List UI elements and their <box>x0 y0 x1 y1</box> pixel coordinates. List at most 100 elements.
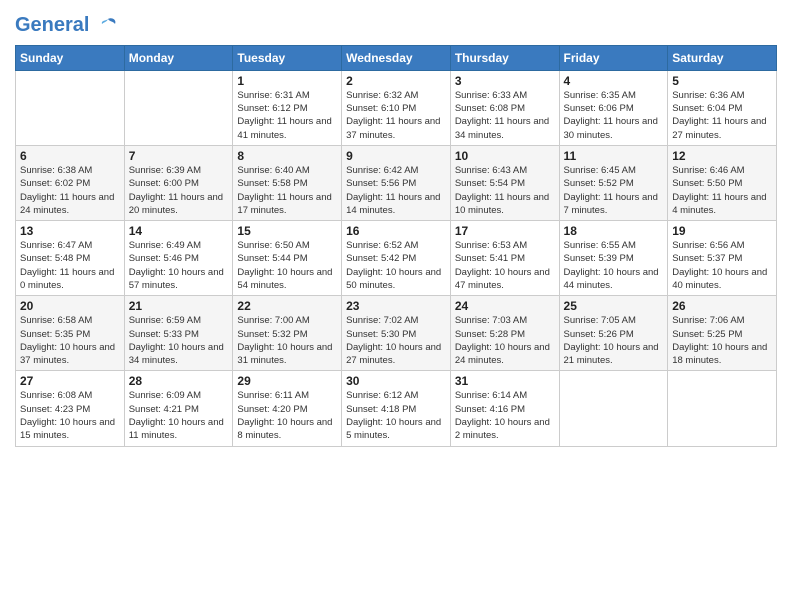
day-number: 21 <box>129 299 229 313</box>
calendar-cell: 18Sunrise: 6:55 AMSunset: 5:39 PMDayligh… <box>559 221 668 296</box>
day-number: 2 <box>346 74 446 88</box>
calendar-cell: 21Sunrise: 6:59 AMSunset: 5:33 PMDayligh… <box>124 296 233 371</box>
calendar-cell: 5Sunrise: 6:36 AMSunset: 6:04 PMDaylight… <box>668 70 777 145</box>
day-info: Sunrise: 6:56 AMSunset: 5:37 PMDaylight:… <box>672 239 772 292</box>
day-info: Sunrise: 6:35 AMSunset: 6:06 PMDaylight:… <box>564 89 664 142</box>
day-info: Sunrise: 6:36 AMSunset: 6:04 PMDaylight:… <box>672 89 772 142</box>
day-info: Sunrise: 6:42 AMSunset: 5:56 PMDaylight:… <box>346 164 446 217</box>
day-number: 29 <box>237 374 337 388</box>
day-number: 18 <box>564 224 664 238</box>
day-number: 25 <box>564 299 664 313</box>
day-info: Sunrise: 6:33 AMSunset: 6:08 PMDaylight:… <box>455 89 555 142</box>
calendar-cell <box>124 70 233 145</box>
weekday-header-row: SundayMondayTuesdayWednesdayThursdayFrid… <box>16 45 777 70</box>
calendar-cell <box>559 371 668 446</box>
day-info: Sunrise: 6:49 AMSunset: 5:46 PMDaylight:… <box>129 239 229 292</box>
day-number: 26 <box>672 299 772 313</box>
day-number: 28 <box>129 374 229 388</box>
calendar-cell: 12Sunrise: 6:46 AMSunset: 5:50 PMDayligh… <box>668 145 777 220</box>
day-info: Sunrise: 6:38 AMSunset: 6:02 PMDaylight:… <box>20 164 120 217</box>
calendar-cell: 9Sunrise: 6:42 AMSunset: 5:56 PMDaylight… <box>342 145 451 220</box>
calendar-cell: 23Sunrise: 7:02 AMSunset: 5:30 PMDayligh… <box>342 296 451 371</box>
day-number: 8 <box>237 149 337 163</box>
day-info: Sunrise: 6:50 AMSunset: 5:44 PMDaylight:… <box>237 239 337 292</box>
header: General <box>15 10 777 37</box>
day-number: 9 <box>346 149 446 163</box>
day-info: Sunrise: 6:39 AMSunset: 6:00 PMDaylight:… <box>129 164 229 217</box>
calendar-cell: 2Sunrise: 6:32 AMSunset: 6:10 PMDaylight… <box>342 70 451 145</box>
day-number: 10 <box>455 149 555 163</box>
week-row-5: 27Sunrise: 6:08 AMSunset: 4:23 PMDayligh… <box>16 371 777 446</box>
day-number: 20 <box>20 299 120 313</box>
day-number: 15 <box>237 224 337 238</box>
weekday-header-saturday: Saturday <box>668 45 777 70</box>
day-info: Sunrise: 6:59 AMSunset: 5:33 PMDaylight:… <box>129 314 229 367</box>
logo-text: General <box>15 14 119 37</box>
day-info: Sunrise: 6:09 AMSunset: 4:21 PMDaylight:… <box>129 389 229 442</box>
weekday-header-wednesday: Wednesday <box>342 45 451 70</box>
calendar-cell: 11Sunrise: 6:45 AMSunset: 5:52 PMDayligh… <box>559 145 668 220</box>
calendar-cell: 3Sunrise: 6:33 AMSunset: 6:08 PMDaylight… <box>450 70 559 145</box>
calendar-cell: 30Sunrise: 6:12 AMSunset: 4:18 PMDayligh… <box>342 371 451 446</box>
day-info: Sunrise: 7:00 AMSunset: 5:32 PMDaylight:… <box>237 314 337 367</box>
day-number: 22 <box>237 299 337 313</box>
day-info: Sunrise: 6:40 AMSunset: 5:58 PMDaylight:… <box>237 164 337 217</box>
calendar-cell: 29Sunrise: 6:11 AMSunset: 4:20 PMDayligh… <box>233 371 342 446</box>
calendar-cell: 7Sunrise: 6:39 AMSunset: 6:00 PMDaylight… <box>124 145 233 220</box>
day-info: Sunrise: 6:46 AMSunset: 5:50 PMDaylight:… <box>672 164 772 217</box>
day-info: Sunrise: 6:14 AMSunset: 4:16 PMDaylight:… <box>455 389 555 442</box>
day-number: 14 <box>129 224 229 238</box>
calendar-cell: 25Sunrise: 7:05 AMSunset: 5:26 PMDayligh… <box>559 296 668 371</box>
day-number: 27 <box>20 374 120 388</box>
calendar-cell: 15Sunrise: 6:50 AMSunset: 5:44 PMDayligh… <box>233 221 342 296</box>
day-number: 13 <box>20 224 120 238</box>
logo-bird-icon <box>97 15 119 37</box>
day-info: Sunrise: 7:05 AMSunset: 5:26 PMDaylight:… <box>564 314 664 367</box>
day-info: Sunrise: 6:53 AMSunset: 5:41 PMDaylight:… <box>455 239 555 292</box>
week-row-4: 20Sunrise: 6:58 AMSunset: 5:35 PMDayligh… <box>16 296 777 371</box>
day-info: Sunrise: 6:32 AMSunset: 6:10 PMDaylight:… <box>346 89 446 142</box>
calendar-cell: 6Sunrise: 6:38 AMSunset: 6:02 PMDaylight… <box>16 145 125 220</box>
calendar-cell: 16Sunrise: 6:52 AMSunset: 5:42 PMDayligh… <box>342 221 451 296</box>
weekday-header-sunday: Sunday <box>16 45 125 70</box>
day-info: Sunrise: 6:12 AMSunset: 4:18 PMDaylight:… <box>346 389 446 442</box>
day-info: Sunrise: 6:08 AMSunset: 4:23 PMDaylight:… <box>20 389 120 442</box>
calendar-cell: 19Sunrise: 6:56 AMSunset: 5:37 PMDayligh… <box>668 221 777 296</box>
calendar-cell: 14Sunrise: 6:49 AMSunset: 5:46 PMDayligh… <box>124 221 233 296</box>
day-number: 7 <box>129 149 229 163</box>
day-info: Sunrise: 7:06 AMSunset: 5:25 PMDaylight:… <box>672 314 772 367</box>
day-number: 3 <box>455 74 555 88</box>
calendar-table: SundayMondayTuesdayWednesdayThursdayFrid… <box>15 45 777 447</box>
day-info: Sunrise: 6:58 AMSunset: 5:35 PMDaylight:… <box>20 314 120 367</box>
calendar-cell: 10Sunrise: 6:43 AMSunset: 5:54 PMDayligh… <box>450 145 559 220</box>
day-number: 19 <box>672 224 772 238</box>
day-number: 12 <box>672 149 772 163</box>
day-number: 4 <box>564 74 664 88</box>
calendar-cell: 20Sunrise: 6:58 AMSunset: 5:35 PMDayligh… <box>16 296 125 371</box>
week-row-3: 13Sunrise: 6:47 AMSunset: 5:48 PMDayligh… <box>16 221 777 296</box>
calendar-cell: 24Sunrise: 7:03 AMSunset: 5:28 PMDayligh… <box>450 296 559 371</box>
calendar-cell: 1Sunrise: 6:31 AMSunset: 6:12 PMDaylight… <box>233 70 342 145</box>
calendar-cell: 26Sunrise: 7:06 AMSunset: 5:25 PMDayligh… <box>668 296 777 371</box>
calendar-cell: 22Sunrise: 7:00 AMSunset: 5:32 PMDayligh… <box>233 296 342 371</box>
logo: General <box>15 14 119 37</box>
day-number: 6 <box>20 149 120 163</box>
calendar-cell: 4Sunrise: 6:35 AMSunset: 6:06 PMDaylight… <box>559 70 668 145</box>
calendar-cell: 27Sunrise: 6:08 AMSunset: 4:23 PMDayligh… <box>16 371 125 446</box>
day-info: Sunrise: 6:47 AMSunset: 5:48 PMDaylight:… <box>20 239 120 292</box>
day-info: Sunrise: 6:43 AMSunset: 5:54 PMDaylight:… <box>455 164 555 217</box>
day-info: Sunrise: 7:02 AMSunset: 5:30 PMDaylight:… <box>346 314 446 367</box>
day-number: 30 <box>346 374 446 388</box>
day-info: Sunrise: 7:03 AMSunset: 5:28 PMDaylight:… <box>455 314 555 367</box>
calendar-cell: 13Sunrise: 6:47 AMSunset: 5:48 PMDayligh… <box>16 221 125 296</box>
weekday-header-tuesday: Tuesday <box>233 45 342 70</box>
calendar-cell <box>16 70 125 145</box>
day-info: Sunrise: 6:45 AMSunset: 5:52 PMDaylight:… <box>564 164 664 217</box>
day-number: 23 <box>346 299 446 313</box>
day-info: Sunrise: 6:11 AMSunset: 4:20 PMDaylight:… <box>237 389 337 442</box>
weekday-header-thursday: Thursday <box>450 45 559 70</box>
day-info: Sunrise: 6:31 AMSunset: 6:12 PMDaylight:… <box>237 89 337 142</box>
day-info: Sunrise: 6:55 AMSunset: 5:39 PMDaylight:… <box>564 239 664 292</box>
week-row-1: 1Sunrise: 6:31 AMSunset: 6:12 PMDaylight… <box>16 70 777 145</box>
day-number: 5 <box>672 74 772 88</box>
